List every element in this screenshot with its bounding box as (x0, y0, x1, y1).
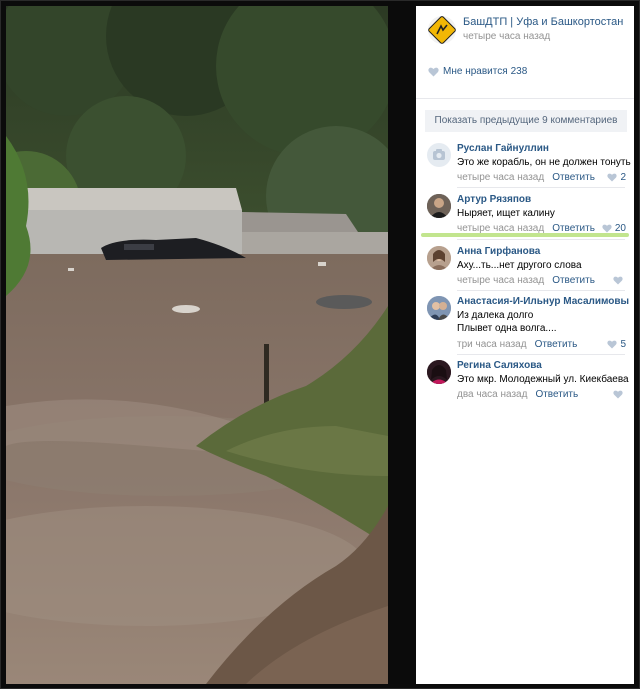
user-photo-icon (427, 360, 451, 384)
comment-item: Руслан Гайнуллин Это же корабль, он не д… (416, 143, 634, 185)
post-time: четыре часа назад (463, 31, 551, 42)
comment-meta: три часа назад Ответить (457, 339, 577, 350)
heart-icon (602, 224, 612, 233)
comment-like-count: 5 (620, 339, 626, 350)
heart-icon (607, 173, 618, 182)
avatar[interactable] (427, 360, 451, 384)
avatar[interactable] (427, 194, 451, 218)
comment-text-line: Из далека долго (457, 310, 534, 321)
highlight-underline (421, 233, 629, 237)
comment-text: Аху...ть...нет другого слова (457, 259, 582, 272)
comment-like-button[interactable]: 5 (607, 339, 626, 350)
comment-like-button[interactable] (613, 389, 626, 400)
comment-item: Анна Гирфанова Аху...ть...нет другого сл… (416, 246, 634, 288)
comment-like-button[interactable]: 2 (607, 172, 626, 183)
divider (457, 187, 625, 188)
comment-text: Ныряет, ищет калину (457, 207, 555, 220)
user-photo-icon (427, 296, 451, 320)
heart-icon (613, 390, 623, 399)
comment-time: три часа назад (457, 339, 527, 350)
comment-time: четыре часа назад (457, 275, 545, 286)
user-photo-icon (427, 194, 451, 218)
like-label: Мне нравится (443, 66, 508, 77)
group-avatar[interactable] (428, 16, 456, 44)
user-photo-icon (427, 246, 451, 270)
show-previous-comments-button[interactable]: Показать предыдущие 9 комментариев (425, 110, 627, 132)
comment-meta: два часа назад Ответить (457, 389, 578, 400)
comment-author[interactable]: Руслан Гайнуллин (457, 143, 549, 154)
reply-link[interactable]: Ответить (552, 172, 595, 183)
comment-text: Это мкр. Молодежный ул. Киекбаева (457, 373, 629, 386)
warning-sign-icon (428, 16, 456, 44)
comment-item: Регина Саляхова Это мкр. Молодежный ул. … (416, 360, 634, 402)
reply-link[interactable]: Ответить (552, 275, 595, 286)
comment-item: Анастасия-И-Ильнур Масалимовы Из далека … (416, 296, 634, 352)
reply-link[interactable]: Ответить (535, 389, 578, 400)
post-photo[interactable] (6, 6, 388, 684)
divider (457, 290, 625, 291)
avatar[interactable] (427, 143, 451, 167)
comment-text-line: Это мкр. Молодежный ул. Киекбаева (457, 374, 629, 385)
comment-time: два часа назад (457, 389, 528, 400)
comment-text: Из далека долго Плывет одна волга.... (457, 309, 557, 335)
heart-icon (613, 276, 623, 285)
post-panel: БашДТП | Уфа и Башкортостан четыре часа … (416, 6, 634, 684)
comment-text-line: Это же корабль, он не должен тонуть (457, 157, 631, 168)
comment-text-line: Плывет одна волга.... (457, 323, 557, 334)
reply-link[interactable]: Ответить (535, 339, 578, 350)
post-header: БашДТП | Уфа и Башкортостан четыре часа … (416, 6, 634, 56)
post-like-button[interactable]: Мне нравится 238 (428, 66, 527, 80)
group-name-link[interactable]: БашДТП | Уфа и Башкортостан (463, 16, 623, 28)
divider (457, 354, 625, 355)
comment-like-button[interactable] (613, 275, 626, 286)
comment-author[interactable]: Анастасия-И-Ильнур Масалимовы (457, 296, 629, 307)
comment-item: Артур Рязяпов Ныряет, ищет калину четыре… (416, 194, 634, 236)
comment-author[interactable]: Анна Гирфанова (457, 246, 540, 257)
avatar[interactable] (427, 296, 451, 320)
avatar[interactable] (427, 246, 451, 270)
divider (416, 98, 634, 99)
comment-author[interactable]: Артур Рязяпов (457, 194, 531, 205)
divider (457, 239, 625, 240)
camera-icon (433, 149, 445, 160)
comment-author[interactable]: Регина Саляхова (457, 360, 542, 371)
comment-text: Это же корабль, он не должен тонуть (457, 156, 631, 169)
comment-meta: четыре часа назад Ответить (457, 172, 595, 183)
like-count: 238 (510, 66, 528, 77)
flood-photo (6, 6, 388, 684)
comment-text-line: Аху...ть...нет другого слова (457, 260, 582, 271)
heart-icon (607, 340, 618, 349)
heart-icon (428, 67, 439, 76)
comment-like-count: 2 (620, 172, 626, 183)
comment-time: четыре часа назад (457, 172, 545, 183)
comment-text-line: Ныряет, ищет калину (457, 208, 555, 219)
comment-meta: четыре часа назад Ответить (457, 275, 595, 286)
